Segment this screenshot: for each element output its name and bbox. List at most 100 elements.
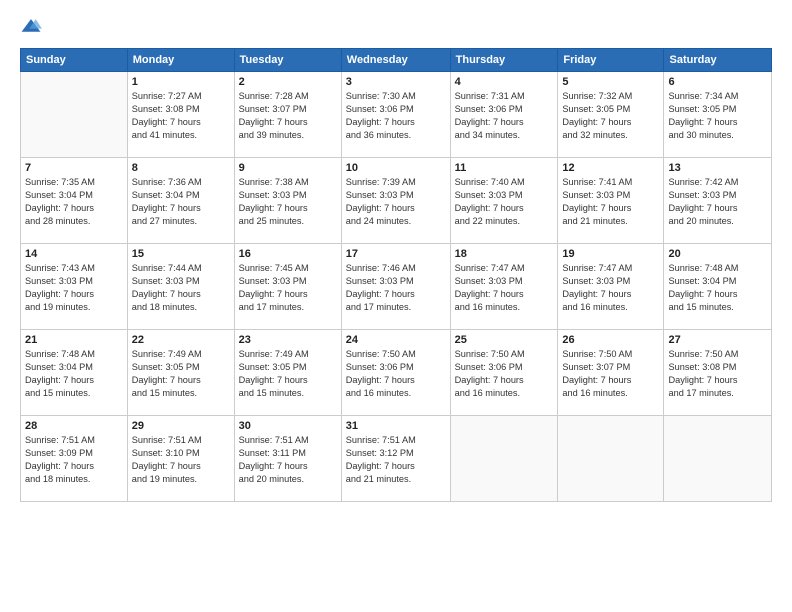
day-info: Sunrise: 7:50 AM Sunset: 3:06 PM Dayligh… <box>346 348 446 400</box>
day-number: 13 <box>668 162 767 174</box>
day-number: 30 <box>239 420 337 432</box>
weekday-header-friday: Friday <box>558 49 664 72</box>
day-info: Sunrise: 7:36 AM Sunset: 3:04 PM Dayligh… <box>132 176 230 228</box>
day-info: Sunrise: 7:43 AM Sunset: 3:03 PM Dayligh… <box>25 262 123 314</box>
day-number: 20 <box>668 248 767 260</box>
day-number: 6 <box>668 76 767 88</box>
weekday-header-wednesday: Wednesday <box>341 49 450 72</box>
day-info: Sunrise: 7:47 AM Sunset: 3:03 PM Dayligh… <box>562 262 659 314</box>
calendar-cell: 20 Sunrise: 7:48 AM Sunset: 3:04 PM Dayli… <box>664 244 772 330</box>
calendar-week-1: 1 Sunrise: 7:27 AM Sunset: 3:08 PM Daylig… <box>21 72 772 158</box>
weekday-header-monday: Monday <box>127 49 234 72</box>
calendar-cell: 16Sunrise: 7:45 AM Sunset: 3:03 PM Dayli… <box>234 244 341 330</box>
day-info: Sunrise: 7:31 AM Sunset: 3:06 PM Dayligh… <box>455 90 554 142</box>
day-number: 31 <box>346 420 446 432</box>
calendar-cell: 11 Sunrise: 7:40 AM Sunset: 3:03 PM Dayli… <box>450 158 558 244</box>
day-info: Sunrise: 7:47 AM Sunset: 3:03 PM Dayligh… <box>455 262 554 314</box>
day-number: 22 <box>132 334 230 346</box>
calendar-cell: 27Sunrise: 7:50 AM Sunset: 3:08 PM Dayli… <box>664 330 772 416</box>
calendar-cell: 26 Sunrise: 7:50 AM Sunset: 3:07 PM Dayli… <box>558 330 664 416</box>
calendar-cell: 17Sunrise: 7:46 AM Sunset: 3:03 PM Dayli… <box>341 244 450 330</box>
calendar-cell: 8 Sunrise: 7:36 AM Sunset: 3:04 PM Daylig… <box>127 158 234 244</box>
calendar-week-4: 21 Sunrise: 7:48 AM Sunset: 3:04 PM Dayli… <box>21 330 772 416</box>
weekday-header-sunday: Sunday <box>21 49 128 72</box>
day-info: Sunrise: 7:28 AM Sunset: 3:07 PM Dayligh… <box>239 90 337 142</box>
calendar-week-3: 14 Sunrise: 7:43 AM Sunset: 3:03 PM Dayli… <box>21 244 772 330</box>
calendar-cell: 24 Sunrise: 7:50 AM Sunset: 3:06 PM Dayli… <box>341 330 450 416</box>
day-number: 5 <box>562 76 659 88</box>
day-number: 1 <box>132 76 230 88</box>
day-number: 15 <box>132 248 230 260</box>
weekday-header-saturday: Saturday <box>664 49 772 72</box>
calendar-cell <box>21 72 128 158</box>
day-info: Sunrise: 7:50 AM Sunset: 3:07 PM Dayligh… <box>562 348 659 400</box>
calendar-cell: 28 Sunrise: 7:51 AM Sunset: 3:09 PM Dayli… <box>21 416 128 502</box>
day-number: 25 <box>455 334 554 346</box>
day-number: 11 <box>455 162 554 174</box>
day-number: 23 <box>239 334 337 346</box>
weekday-header-thursday: Thursday <box>450 49 558 72</box>
day-info: Sunrise: 7:38 AM Sunset: 3:03 PM Dayligh… <box>239 176 337 228</box>
calendar-cell: 3 Sunrise: 7:30 AM Sunset: 3:06 PM Daylig… <box>341 72 450 158</box>
day-info: Sunrise: 7:40 AM Sunset: 3:03 PM Dayligh… <box>455 176 554 228</box>
calendar-cell: 21 Sunrise: 7:48 AM Sunset: 3:04 PM Dayli… <box>21 330 128 416</box>
day-number: 3 <box>346 76 446 88</box>
day-number: 4 <box>455 76 554 88</box>
day-number: 18 <box>455 248 554 260</box>
page: SundayMondayTuesdayWednesdayThursdayFrid… <box>0 0 792 612</box>
calendar-cell: 25 Sunrise: 7:50 AM Sunset: 3:06 PM Dayli… <box>450 330 558 416</box>
calendar-cell: 22 Sunrise: 7:49 AM Sunset: 3:05 PM Dayli… <box>127 330 234 416</box>
calendar-cell: 7Sunrise: 7:35 AM Sunset: 3:04 PM Daylig… <box>21 158 128 244</box>
day-number: 21 <box>25 334 123 346</box>
day-info: Sunrise: 7:45 AM Sunset: 3:03 PM Dayligh… <box>239 262 337 314</box>
calendar-cell: 1 Sunrise: 7:27 AM Sunset: 3:08 PM Daylig… <box>127 72 234 158</box>
calendar-cell: 9 Sunrise: 7:38 AM Sunset: 3:03 PM Daylig… <box>234 158 341 244</box>
calendar-cell: 5 Sunrise: 7:32 AM Sunset: 3:05 PM Daylig… <box>558 72 664 158</box>
calendar-cell: 12Sunrise: 7:41 AM Sunset: 3:03 PM Dayli… <box>558 158 664 244</box>
calendar-cell: 2 Sunrise: 7:28 AM Sunset: 3:07 PM Daylig… <box>234 72 341 158</box>
calendar-cell <box>450 416 558 502</box>
day-info: Sunrise: 7:50 AM Sunset: 3:06 PM Dayligh… <box>455 348 554 400</box>
day-info: Sunrise: 7:32 AM Sunset: 3:05 PM Dayligh… <box>562 90 659 142</box>
day-number: 19 <box>562 248 659 260</box>
day-number: 28 <box>25 420 123 432</box>
day-info: Sunrise: 7:51 AM Sunset: 3:10 PM Dayligh… <box>132 434 230 486</box>
day-info: Sunrise: 7:30 AM Sunset: 3:06 PM Dayligh… <box>346 90 446 142</box>
logo-icon <box>20 16 42 38</box>
day-number: 26 <box>562 334 659 346</box>
calendar-header-row: SundayMondayTuesdayWednesdayThursdayFrid… <box>21 49 772 72</box>
day-info: Sunrise: 7:35 AM Sunset: 3:04 PM Dayligh… <box>25 176 123 228</box>
calendar-cell <box>558 416 664 502</box>
logo <box>20 16 46 38</box>
day-number: 9 <box>239 162 337 174</box>
day-info: Sunrise: 7:48 AM Sunset: 3:04 PM Dayligh… <box>668 262 767 314</box>
day-number: 12 <box>562 162 659 174</box>
calendar-cell <box>664 416 772 502</box>
calendar-cell: 29Sunrise: 7:51 AM Sunset: 3:10 PM Dayli… <box>127 416 234 502</box>
day-info: Sunrise: 7:51 AM Sunset: 3:11 PM Dayligh… <box>239 434 337 486</box>
calendar-cell: 18 Sunrise: 7:47 AM Sunset: 3:03 PM Dayli… <box>450 244 558 330</box>
day-info: Sunrise: 7:51 AM Sunset: 3:09 PM Dayligh… <box>25 434 123 486</box>
day-number: 27 <box>668 334 767 346</box>
calendar-cell: 14 Sunrise: 7:43 AM Sunset: 3:03 PM Dayli… <box>21 244 128 330</box>
calendar-week-5: 28 Sunrise: 7:51 AM Sunset: 3:09 PM Dayli… <box>21 416 772 502</box>
day-info: Sunrise: 7:34 AM Sunset: 3:05 PM Dayligh… <box>668 90 767 142</box>
day-info: Sunrise: 7:39 AM Sunset: 3:03 PM Dayligh… <box>346 176 446 228</box>
header <box>20 16 772 38</box>
calendar-cell: 23 Sunrise: 7:49 AM Sunset: 3:05 PM Dayli… <box>234 330 341 416</box>
weekday-header-tuesday: Tuesday <box>234 49 341 72</box>
day-info: Sunrise: 7:49 AM Sunset: 3:05 PM Dayligh… <box>132 348 230 400</box>
day-info: Sunrise: 7:27 AM Sunset: 3:08 PM Dayligh… <box>132 90 230 142</box>
day-number: 14 <box>25 248 123 260</box>
calendar-week-2: 7Sunrise: 7:35 AM Sunset: 3:04 PM Daylig… <box>21 158 772 244</box>
day-number: 24 <box>346 334 446 346</box>
day-number: 8 <box>132 162 230 174</box>
day-info: Sunrise: 7:48 AM Sunset: 3:04 PM Dayligh… <box>25 348 123 400</box>
day-number: 2 <box>239 76 337 88</box>
day-info: Sunrise: 7:44 AM Sunset: 3:03 PM Dayligh… <box>132 262 230 314</box>
day-info: Sunrise: 7:49 AM Sunset: 3:05 PM Dayligh… <box>239 348 337 400</box>
calendar-cell: 15 Sunrise: 7:44 AM Sunset: 3:03 PM Dayli… <box>127 244 234 330</box>
calendar-cell: 19 Sunrise: 7:47 AM Sunset: 3:03 PM Dayli… <box>558 244 664 330</box>
calendar-cell: 13Sunrise: 7:42 AM Sunset: 3:03 PM Dayli… <box>664 158 772 244</box>
day-info: Sunrise: 7:51 AM Sunset: 3:12 PM Dayligh… <box>346 434 446 486</box>
